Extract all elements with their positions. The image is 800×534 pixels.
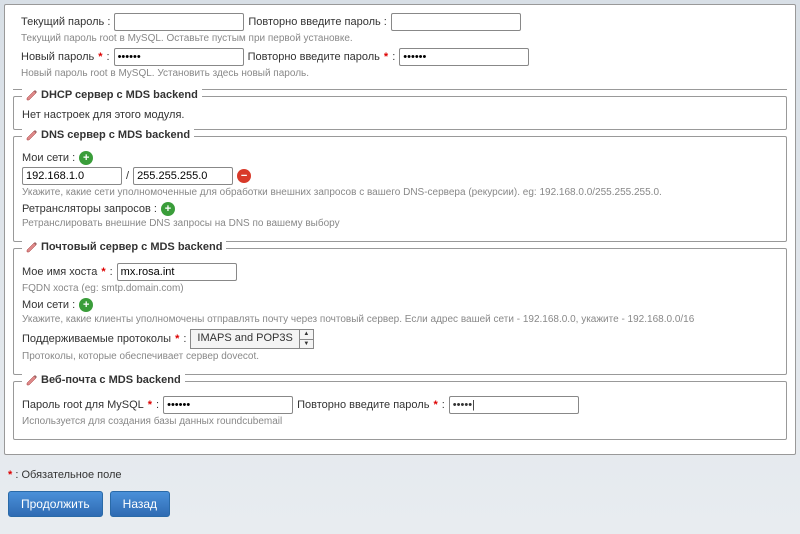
new-password-label: Новый пароль [21,51,94,63]
dns-relays-label: Ретрансляторы запросов : [22,203,157,215]
mail-host-hint: FQDN хоста (eg: smtp.domain.com) [22,283,778,294]
required-star: * [101,266,105,278]
repeat-password-input[interactable] [391,13,521,31]
stepper-buttons: ▲ ▼ [299,330,313,348]
back-button[interactable]: Назад [110,491,170,517]
chevron-down-icon[interactable]: ▼ [300,340,313,349]
mail-host-label: Мое имя хоста [22,266,97,278]
dns-network-mask-input[interactable] [133,167,233,185]
required-star: * [175,333,179,345]
mail-host-input[interactable] [117,263,237,281]
required-star: * [98,51,102,63]
dns-title: DNS сервер с MDS backend [41,129,190,141]
dhcp-title: DHCP сервер с MDS backend [41,89,198,101]
edit-icon [26,129,38,141]
chevron-up-icon[interactable]: ▲ [300,330,313,340]
colon: : [156,399,159,411]
mail-networks-label: Мои сети : [22,299,75,311]
current-password-label: Текущий пароль : [21,16,110,28]
mail-title: Почтовый сервер с MDS backend [41,241,222,253]
webmail-hint: Используется для создания базы данных ro… [22,416,778,427]
dhcp-section: DHCP сервер с MDS backend Нет настроек д… [13,96,787,130]
current-password-input[interactable] [114,13,244,31]
required-footnote: * : Обязательное поле [8,469,792,481]
webmail-password-input[interactable] [163,396,293,414]
dns-networks-hint: Укажите, какие сети уполномоченные для о… [22,187,778,198]
current-password-hint: Текущий пароль root в MySQL. Оставьте пу… [21,33,779,44]
slash-separator: / [126,170,129,182]
dns-section: DNS сервер с MDS backend Мои сети : + / … [13,136,787,242]
colon: : [442,399,445,411]
mail-protocols-select[interactable]: IMAPS and POP3S ▲ ▼ [190,329,313,349]
mail-section: Почтовый сервер с MDS backend Мое имя хо… [13,248,787,375]
mail-networks-hint: Укажите, какие клиенты уполномочены отпр… [22,314,778,325]
webmail-section: Веб-почта с MDS backend Пароль root для … [13,381,787,440]
colon: : [183,333,186,345]
webmail-repeat-input[interactable]: •••••| [449,396,579,414]
remove-icon[interactable]: − [237,169,251,183]
repeat-password-label: Повторно введите пароль : [248,16,386,28]
repeat-new-password-input[interactable] [399,48,529,66]
dns-relays-hint: Ретранслировать внешние DNS запросы на D… [22,218,778,229]
webmail-password-label: Пароль root для MySQL [22,399,144,411]
repeat-new-password-label: Повторно введите пароль [248,51,380,63]
edit-icon [26,241,38,253]
mysql-password-section: Текущий пароль : Повторно введите пароль… [13,13,787,90]
webmail-legend: Веб-почта с MDS backend [22,374,185,386]
add-icon[interactable]: + [161,202,175,216]
dhcp-empty-text: Нет настроек для этого модуля. [22,103,778,121]
required-note-text: : Обязательное поле [15,469,121,481]
mail-protocols-value: IMAPS and POP3S [191,330,298,348]
mail-protocols-label: Поддерживаемые протоколы [22,333,171,345]
main-panel: Текущий пароль : Повторно введите пароль… [4,4,796,455]
text-cursor: | [472,399,475,411]
dns-networks-label: Мои сети : [22,152,75,164]
edit-icon [26,89,38,101]
webmail-title: Веб-почта с MDS backend [41,374,181,386]
required-star: * [8,469,12,481]
required-star: * [384,51,388,63]
mail-protocols-hint: Протоколы, которые обеспечивает сервер d… [22,351,778,362]
mail-legend: Почтовый сервер с MDS backend [22,241,226,253]
add-icon[interactable]: + [79,151,93,165]
dns-network-ip-input[interactable] [22,167,122,185]
edit-icon [26,374,38,386]
continue-button[interactable]: Продолжить [8,491,103,517]
webmail-repeat-label: Повторно введите пароль [297,399,429,411]
required-star: * [148,399,152,411]
webmail-repeat-value: ••••• [453,399,472,411]
colon: : [110,266,113,278]
dns-legend: DNS сервер с MDS backend [22,129,194,141]
colon: : [107,51,110,63]
colon: : [392,51,395,63]
footer: * : Обязательное поле Продолжить Назад [4,455,796,517]
new-password-input[interactable] [114,48,244,66]
dhcp-legend: DHCP сервер с MDS backend [22,89,202,101]
add-icon[interactable]: + [79,298,93,312]
new-password-hint: Новый пароль root в MySQL. Установить зд… [21,68,779,79]
required-star: * [433,399,437,411]
